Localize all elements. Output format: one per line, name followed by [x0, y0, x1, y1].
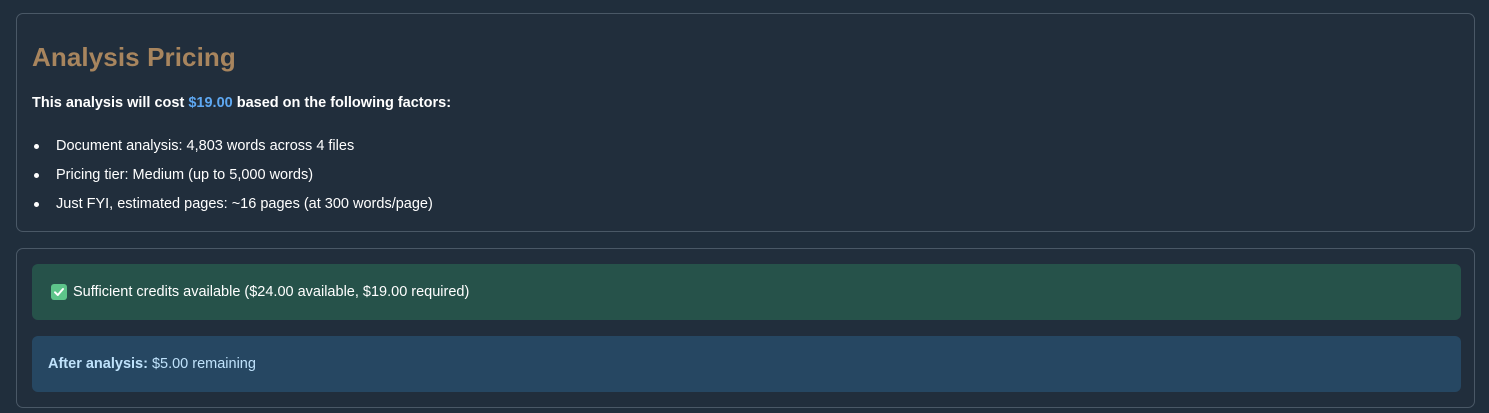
after-analysis-label: After analysis: [48, 356, 148, 372]
pricing-card: Analysis Pricing This analysis will cost… [16, 13, 1475, 232]
list-item: Pricing tier: Medium (up to 5,000 words) [32, 163, 433, 192]
list-item: Document analysis: 4,803 words across 4 … [32, 134, 433, 163]
factor-pricing-tier: Pricing tier: Medium (up to 5,000 words) [56, 167, 314, 183]
cost-amount: $19.00 [188, 95, 233, 111]
bullet-icon [34, 202, 39, 207]
factor-estimated-pages: Just FYI, estimated pages: ~16 pages (at… [56, 196, 433, 212]
list-item: Just FYI, estimated pages: ~16 pages (at… [32, 192, 433, 221]
bullet-icon [34, 144, 39, 149]
intro-suffix: based on the following factors: [232, 95, 452, 111]
pricing-title: Analysis Pricing [32, 42, 236, 72]
credits-card: Sufficient credits available ($24.00 ava… [16, 248, 1475, 408]
after-analysis-alert: After analysis: $5.00 remaining [32, 336, 1461, 392]
intro-prefix: This analysis will cost [32, 95, 189, 111]
credits-status-text: Sufficient credits available ($24.00 ava… [73, 284, 470, 300]
factor-document-analysis: Document analysis: 4,803 words across 4 … [56, 138, 355, 154]
credits-success-alert: Sufficient credits available ($24.00 ava… [32, 264, 1461, 320]
bullet-icon [34, 173, 39, 178]
check-icon [51, 284, 67, 300]
pricing-intro: This analysis will cost $19.00 based on … [32, 95, 451, 111]
remaining-balance: $5.00 remaining [151, 356, 256, 372]
pricing-factors-list: Document analysis: 4,803 words across 4 … [32, 134, 433, 221]
